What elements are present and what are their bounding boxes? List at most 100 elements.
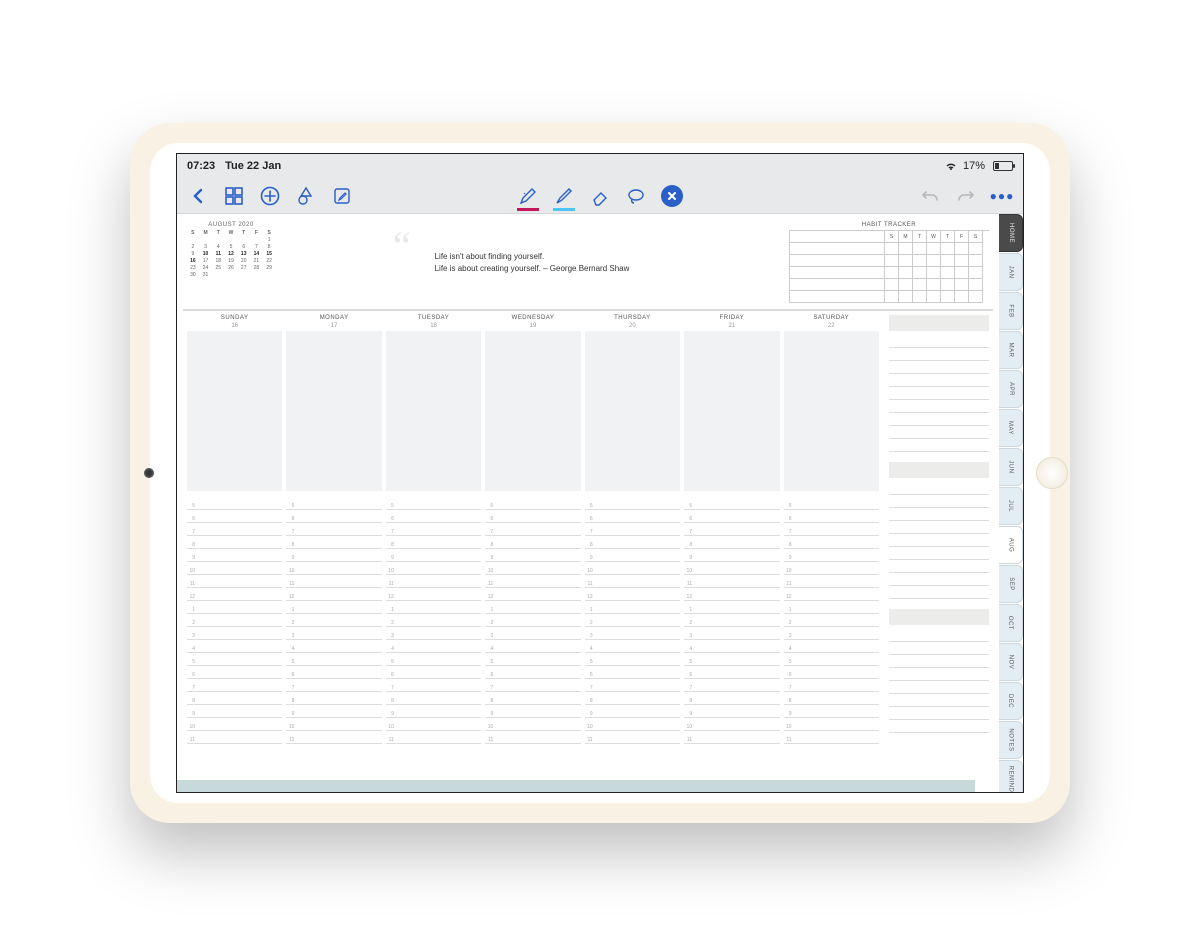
hour-row[interactable]: 5	[286, 497, 381, 510]
hour-row[interactable]: 6	[187, 510, 282, 523]
hour-row[interactable]: 11	[187, 575, 282, 588]
hour-row[interactable]: 2	[485, 614, 580, 627]
mini-cal-day[interactable]: 8	[263, 244, 275, 250]
side-line[interactable]	[889, 681, 989, 694]
side-section-header[interactable]	[889, 609, 989, 625]
tab-apr[interactable]: APR	[999, 370, 1023, 408]
hour-row[interactable]: 1	[784, 601, 879, 614]
side-line[interactable]	[889, 387, 989, 400]
mini-cal-day[interactable]: 13	[238, 251, 250, 257]
hour-row[interactable]: 12	[286, 588, 381, 601]
hour-row[interactable]: 10	[386, 718, 481, 731]
hour-row[interactable]: 8	[585, 692, 680, 705]
hour-row[interactable]: 10	[187, 562, 282, 575]
hour-row[interactable]: 8	[386, 536, 481, 549]
hour-row[interactable]: 2	[585, 614, 680, 627]
day-note-block[interactable]	[386, 331, 481, 491]
side-line[interactable]	[889, 586, 989, 599]
day-note-block[interactable]	[286, 331, 381, 491]
mini-cal-day[interactable]: 16	[187, 258, 199, 264]
habit-cell[interactable]	[899, 267, 913, 279]
tab-aug[interactable]: AUG	[999, 526, 1023, 564]
hour-row[interactable]: 10	[784, 562, 879, 575]
tab-home[interactable]: HOME	[999, 214, 1023, 252]
hour-row[interactable]: 10	[286, 562, 381, 575]
hour-row[interactable]: 7	[784, 523, 879, 536]
close-tool[interactable]	[661, 185, 683, 207]
home-button[interactable]	[1036, 457, 1068, 489]
hour-row[interactable]: 2	[286, 614, 381, 627]
habit-cell[interactable]	[885, 279, 899, 291]
mini-cal-day[interactable]: 25	[212, 265, 224, 271]
shapes-icon[interactable]	[295, 185, 317, 207]
side-line[interactable]	[889, 720, 989, 733]
hour-row[interactable]: 9	[286, 705, 381, 718]
mini-cal-day[interactable]	[200, 237, 212, 243]
day-note-block[interactable]	[585, 331, 680, 491]
hour-row[interactable]: 9	[187, 705, 282, 718]
mini-cal-day[interactable]: 20	[238, 258, 250, 264]
hour-row[interactable]: 8	[684, 536, 779, 549]
mini-cal-day[interactable]: 30	[187, 272, 199, 278]
hour-row[interactable]: 7	[386, 679, 481, 692]
hour-row[interactable]: 7	[386, 523, 481, 536]
grid-icon[interactable]	[223, 185, 245, 207]
hour-row[interactable]: 10	[784, 718, 879, 731]
mini-cal-day[interactable]: 6	[238, 244, 250, 250]
habit-cell[interactable]	[885, 291, 899, 303]
habit-cell[interactable]	[885, 243, 899, 255]
mini-cal-day[interactable]: 19	[225, 258, 237, 264]
habit-cell[interactable]	[927, 243, 941, 255]
habit-cell[interactable]	[885, 267, 899, 279]
mini-cal-day[interactable]	[225, 272, 237, 278]
hour-row[interactable]: 6	[485, 510, 580, 523]
hour-row[interactable]: 5	[386, 497, 481, 510]
hour-row[interactable]: 9	[784, 705, 879, 718]
hour-row[interactable]: 8	[286, 692, 381, 705]
hour-row[interactable]: 6	[684, 510, 779, 523]
hour-row[interactable]: 6	[585, 666, 680, 679]
day-note-block[interactable]	[684, 331, 779, 491]
hour-row[interactable]: 12	[187, 588, 282, 601]
hour-row[interactable]: 11	[386, 731, 481, 744]
side-line[interactable]	[889, 629, 989, 642]
habit-cell[interactable]	[969, 291, 983, 303]
hour-row[interactable]: 6	[386, 666, 481, 679]
back-button[interactable]	[187, 185, 209, 207]
mini-cal-day[interactable]: 3	[200, 244, 212, 250]
hour-row[interactable]: 4	[187, 640, 282, 653]
hour-row[interactable]: 11	[485, 575, 580, 588]
hour-row[interactable]: 7	[684, 679, 779, 692]
habit-row-label[interactable]	[789, 267, 885, 279]
habit-cell[interactable]	[927, 279, 941, 291]
hour-row[interactable]: 11	[784, 575, 879, 588]
hour-row[interactable]: 3	[386, 627, 481, 640]
hour-row[interactable]: 3	[485, 627, 580, 640]
habit-cell[interactable]	[969, 267, 983, 279]
habit-cell[interactable]	[941, 291, 955, 303]
hour-row[interactable]: 3	[684, 627, 779, 640]
mini-cal-day[interactable]: 24	[200, 265, 212, 271]
habit-cell[interactable]	[927, 267, 941, 279]
day-date[interactable]: 16	[187, 323, 282, 329]
hour-row[interactable]: 5	[187, 497, 282, 510]
mini-cal-day[interactable]: 7	[251, 244, 263, 250]
mini-cal-day[interactable]: 23	[187, 265, 199, 271]
hour-row[interactable]: 10	[187, 718, 282, 731]
day-date[interactable]: 21	[684, 323, 779, 329]
mini-cal-day[interactable]: 29	[263, 265, 275, 271]
hour-row[interactable]: 11	[286, 731, 381, 744]
undo-button[interactable]	[919, 185, 941, 207]
hour-row[interactable]: 1	[684, 601, 779, 614]
hour-row[interactable]: 8	[585, 536, 680, 549]
pen-tool[interactable]	[517, 185, 539, 207]
side-line[interactable]	[889, 348, 989, 361]
mini-cal-day[interactable]	[187, 237, 199, 243]
hour-row[interactable]: 4	[585, 640, 680, 653]
hour-row[interactable]: 10	[684, 562, 779, 575]
mini-cal-day[interactable]: 28	[251, 265, 263, 271]
hour-row[interactable]: 8	[187, 692, 282, 705]
add-button[interactable]	[259, 185, 281, 207]
hour-row[interactable]: 5	[386, 653, 481, 666]
mini-cal-day[interactable]: 9	[187, 251, 199, 257]
